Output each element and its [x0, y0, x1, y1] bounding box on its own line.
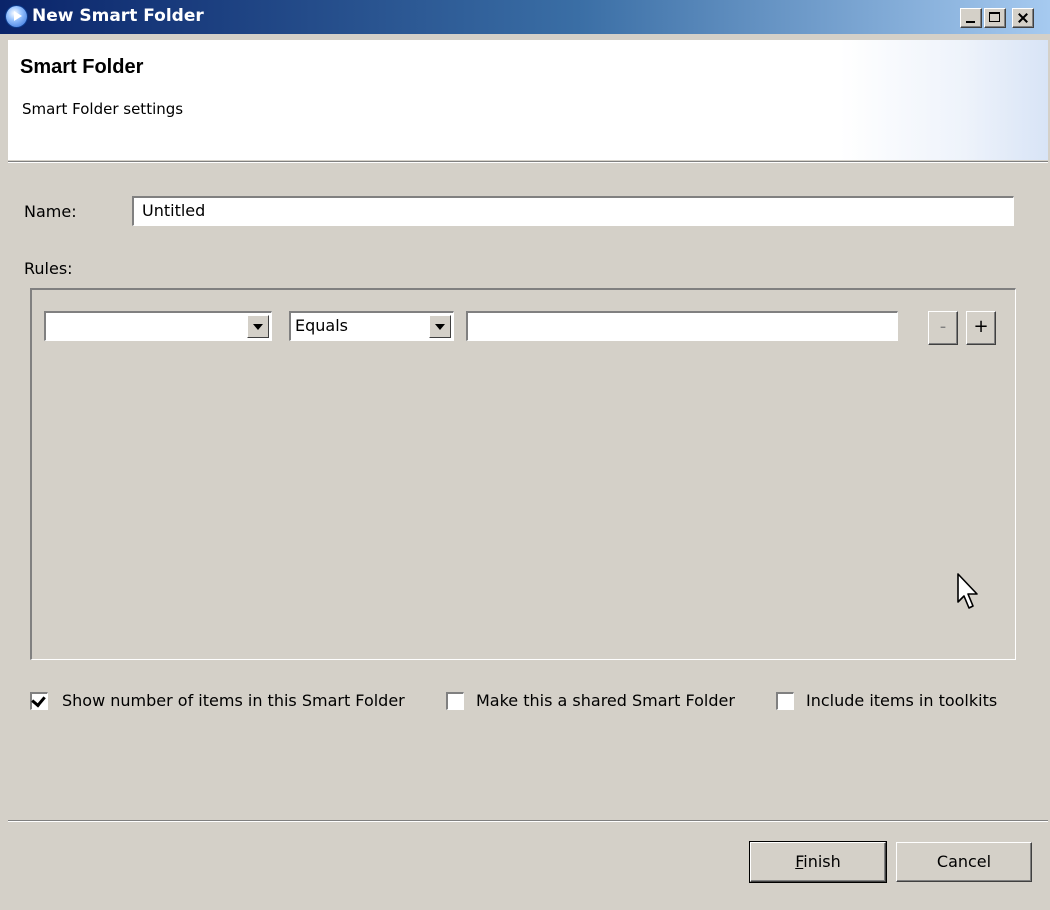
include-toolkits-checkbox[interactable]	[776, 692, 794, 710]
shared-folder-label[interactable]: Make this a shared Smart Folder	[476, 691, 735, 710]
rule-field-dropdown[interactable]	[44, 311, 272, 341]
finish-button[interactable]: Finish	[749, 841, 887, 883]
header-title: Smart Folder	[20, 56, 144, 78]
header-subtitle: Smart Folder settings	[22, 100, 184, 118]
minimize-icon[interactable]	[960, 8, 982, 28]
wizard-header: Smart Folder Smart Folder settings	[8, 40, 1048, 160]
name-label: Name:	[24, 202, 77, 221]
rules-panel	[30, 288, 1016, 660]
shared-folder-checkbox[interactable]	[446, 692, 464, 710]
rule-operator-dropdown[interactable]: Equals	[289, 311, 454, 341]
close-icon[interactable]	[1012, 8, 1034, 28]
show-count-checkbox[interactable]	[30, 692, 48, 710]
title-bar[interactable]: New Smart Folder	[0, 0, 1050, 34]
window-title: New Smart Folder	[32, 6, 204, 26]
mouse-cursor-icon	[957, 573, 978, 609]
chevron-down-icon[interactable]	[429, 315, 451, 338]
header-divider	[8, 161, 1048, 163]
rule-value-input[interactable]	[466, 311, 898, 341]
rule-operator-value: Equals	[295, 316, 348, 335]
chevron-down-icon[interactable]	[247, 315, 269, 338]
include-toolkits-label[interactable]: Include items in toolkits	[806, 691, 997, 710]
add-rule-button[interactable]: +	[966, 311, 996, 345]
maximize-icon[interactable]	[984, 8, 1006, 28]
app-icon	[6, 6, 27, 27]
cancel-button[interactable]: Cancel	[896, 842, 1032, 882]
name-input[interactable]: Untitled	[132, 196, 1014, 226]
remove-rule-button[interactable]: -	[928, 311, 958, 345]
rules-label: Rules:	[24, 259, 73, 278]
finish-label: inish	[803, 852, 841, 871]
show-count-label[interactable]: Show number of items in this Smart Folde…	[62, 691, 405, 710]
footer-divider	[8, 820, 1048, 822]
